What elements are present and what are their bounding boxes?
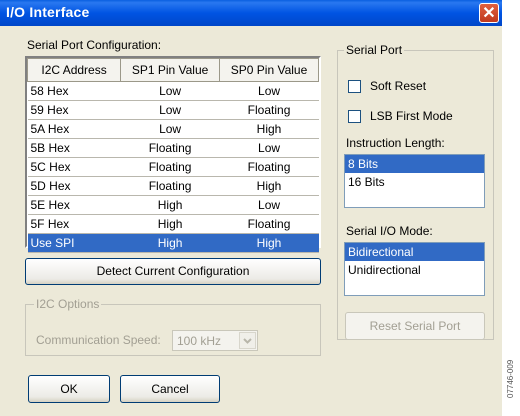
- cell-sp1-value: High: [120, 233, 220, 253]
- serial-port-config-table[interactable]: I2C Address SP1 Pin Value SP0 Pin Value …: [26, 58, 319, 253]
- ok-button[interactable]: OK: [28, 375, 110, 403]
- column-header-i2c-address[interactable]: I2C Address: [26, 58, 122, 82]
- column-header-sp1-pin-value[interactable]: SP1 Pin Value: [120, 58, 221, 82]
- cell-i2c-address: 5D Hex: [27, 176, 121, 196]
- cell-sp1-value: High: [120, 214, 220, 234]
- communication-speed-select[interactable]: 100 kHz: [172, 330, 258, 351]
- close-button[interactable]: ✕: [479, 3, 499, 23]
- detect-configuration-button[interactable]: Detect Current Configuration: [25, 258, 321, 285]
- cell-i2c-address: 58 Hex: [27, 81, 121, 101]
- soft-reset-checkbox[interactable]: [348, 80, 361, 93]
- cell-sp1-value: Low: [120, 119, 220, 139]
- table-row[interactable]: 59 Hex Low Floating: [27, 100, 319, 120]
- io-interface-dialog: I/O Interface ✕ Serial Port Configuratio…: [0, 0, 502, 416]
- cell-sp0-value: Floating: [219, 157, 319, 177]
- instruction-length-label: Instruction Length:: [346, 136, 445, 150]
- communication-speed-label: Communication Speed:: [36, 333, 161, 347]
- table-row-selected[interactable]: Use SPI High High: [27, 233, 319, 253]
- close-icon: ✕: [482, 5, 496, 22]
- cell-sp0-value: High: [219, 119, 319, 139]
- cell-sp0-value: Low: [219, 138, 319, 158]
- serial-port-config-table-frame: I2C Address SP1 Pin Value SP0 Pin Value …: [25, 56, 321, 253]
- cancel-button[interactable]: Cancel: [120, 375, 220, 403]
- cell-i2c-address: 5F Hex: [27, 214, 121, 234]
- cell-i2c-address: Use SPI: [27, 233, 121, 253]
- list-item-8-bits[interactable]: 8 Bits: [345, 155, 484, 173]
- serial-port-title: Serial Port: [344, 43, 405, 57]
- cell-i2c-address: 5C Hex: [27, 157, 121, 177]
- soft-reset-label[interactable]: Soft Reset: [370, 79, 426, 93]
- table-row[interactable]: 5C Hex Floating Floating: [27, 157, 319, 177]
- table-row[interactable]: 5E Hex High Low: [27, 195, 319, 215]
- communication-speed-value: 100 kHz: [177, 334, 222, 348]
- table-row[interactable]: 5F Hex High Floating: [27, 214, 319, 234]
- table-row[interactable]: 5D Hex Floating High: [27, 176, 319, 196]
- window-title: I/O Interface: [6, 4, 90, 20]
- lsb-first-label[interactable]: LSB First Mode: [370, 109, 453, 123]
- table-row[interactable]: 5A Hex Low High: [27, 119, 319, 139]
- cell-sp1-value: Floating: [120, 138, 220, 158]
- figure-id-label: 07746-009: [506, 359, 515, 398]
- list-item-unidirectional[interactable]: Unidirectional: [345, 261, 484, 279]
- cell-sp0-value: Low: [219, 81, 319, 101]
- cell-sp1-value: Low: [120, 81, 220, 101]
- reset-serial-port-button[interactable]: Reset Serial Port: [345, 312, 485, 340]
- list-item-16-bits[interactable]: 16 Bits: [345, 173, 484, 191]
- cell-i2c-address: 5A Hex: [27, 119, 121, 139]
- serial-io-mode-label: Serial I/O Mode:: [346, 224, 433, 238]
- cell-i2c-address: 5B Hex: [27, 138, 121, 158]
- table-row[interactable]: 58 Hex Low Low: [27, 81, 319, 101]
- list-item-bidirectional[interactable]: Bidirectional: [345, 243, 484, 261]
- cell-sp0-value: High: [219, 176, 319, 196]
- cell-sp1-value: Low: [120, 100, 220, 120]
- table-header-row: I2C Address SP1 Pin Value SP0 Pin Value: [26, 58, 319, 82]
- i2c-options-title: I2C Options: [34, 297, 102, 311]
- cell-sp0-value: Low: [219, 195, 319, 215]
- serial-io-mode-list[interactable]: Bidirectional Unidirectional: [344, 242, 485, 296]
- cell-sp0-value: High: [219, 233, 319, 253]
- chevron-down-icon[interactable]: [239, 332, 256, 349]
- cell-sp0-value: Floating: [219, 214, 319, 234]
- serial-port-config-label: Serial Port Configuration:: [27, 38, 162, 52]
- cell-sp1-value: High: [120, 195, 220, 215]
- cell-sp1-value: Floating: [120, 157, 220, 177]
- title-bar[interactable]: I/O Interface ✕: [0, 0, 502, 26]
- cell-i2c-address: 59 Hex: [27, 100, 121, 120]
- lsb-first-checkbox[interactable]: [348, 110, 361, 123]
- column-header-sp0-pin-value[interactable]: SP0 Pin Value: [219, 58, 319, 82]
- table-row[interactable]: 5B Hex Floating Low: [27, 138, 319, 158]
- instruction-length-list[interactable]: 8 Bits 16 Bits: [344, 154, 485, 208]
- cell-sp1-value: Floating: [120, 176, 220, 196]
- cell-sp0-value: Floating: [219, 100, 319, 120]
- cell-i2c-address: 5E Hex: [27, 195, 121, 215]
